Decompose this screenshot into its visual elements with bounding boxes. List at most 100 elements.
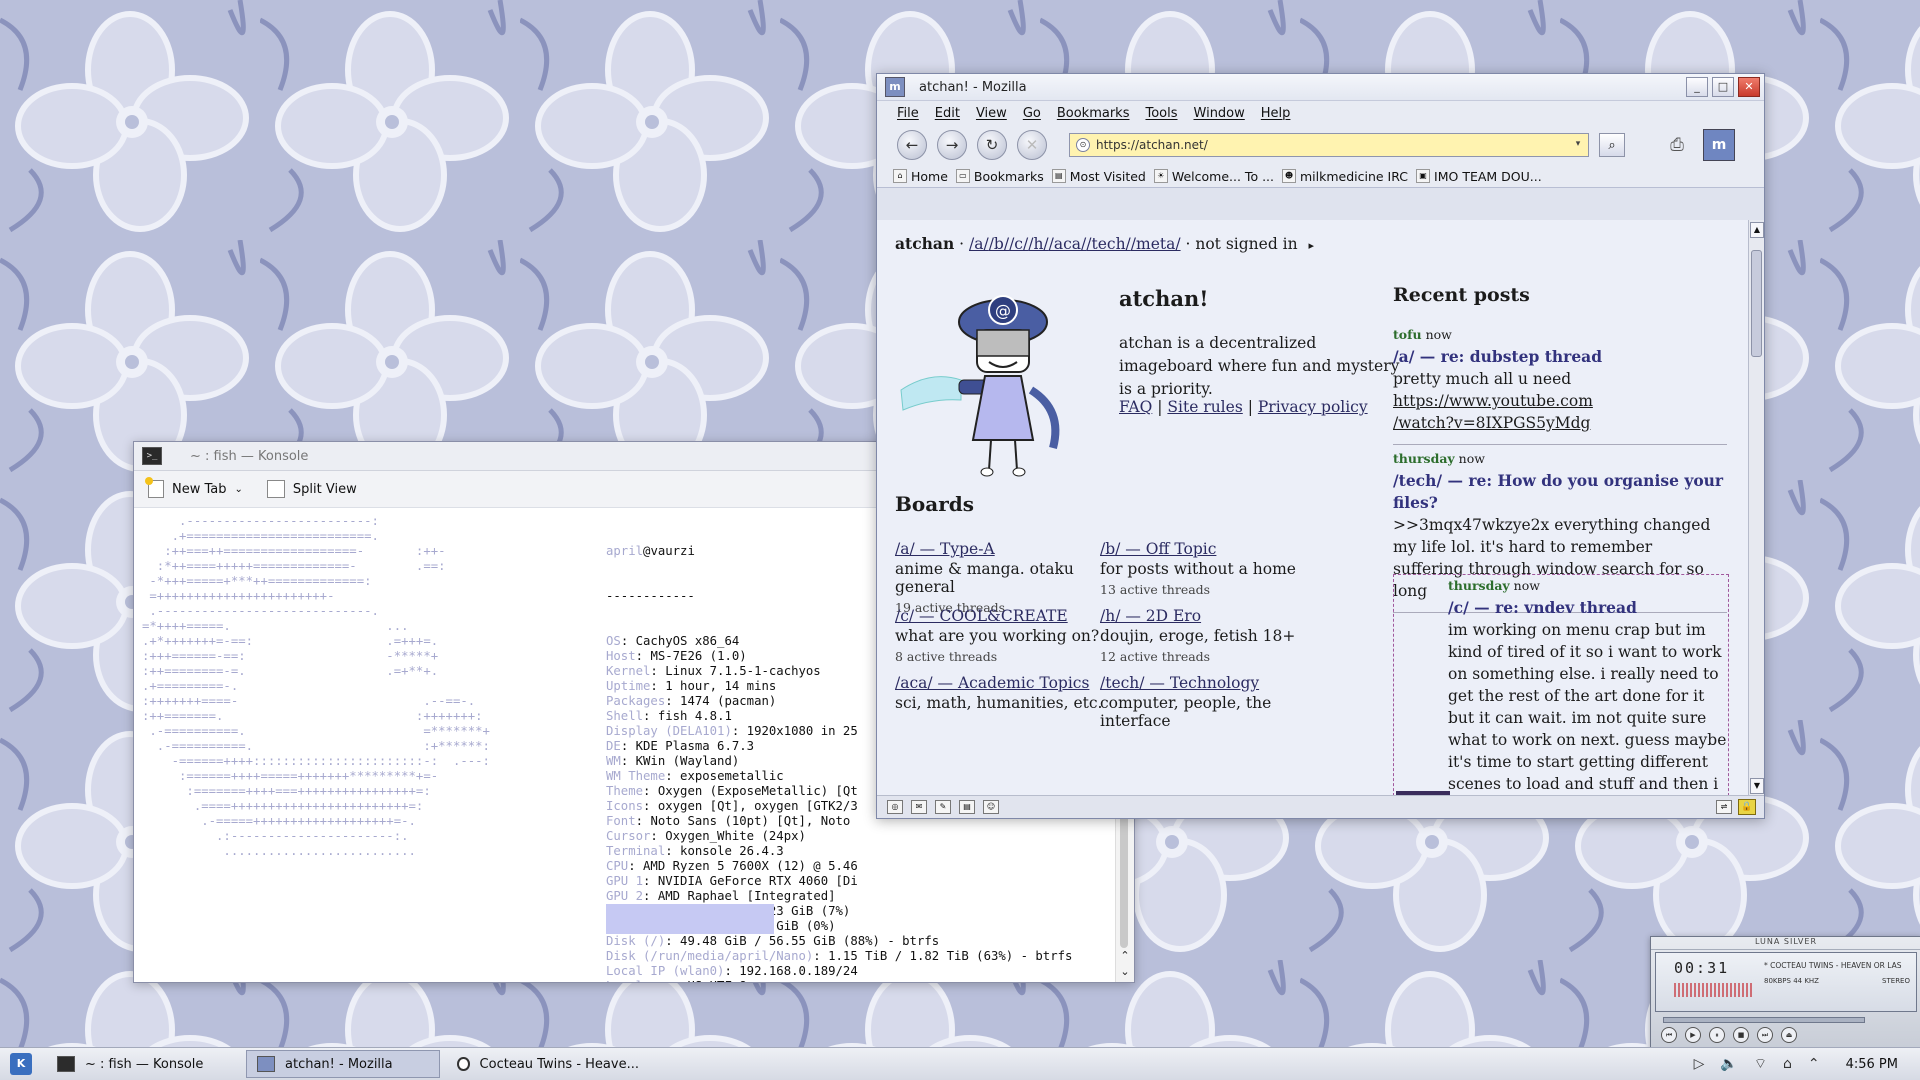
board-name[interactable]: /aca/ — Academic Topics	[895, 674, 1135, 692]
new-tab-button[interactable]: New Tab ⌄	[145, 477, 243, 498]
eject-icon[interactable]: ⏏	[1781, 1027, 1797, 1043]
seek-bar[interactable]	[1663, 1017, 1865, 1023]
print-button[interactable]: ⎙	[1661, 132, 1693, 158]
chat-icon[interactable]: ☺	[983, 800, 999, 814]
task-audio-player[interactable]: Cocteau Twins - Heave...	[446, 1050, 640, 1078]
notifications-icon[interactable]: ⌂	[1783, 1056, 1792, 1072]
url-bar[interactable]: ⊙ https://atchan.net/ ▾	[1069, 133, 1589, 157]
visualizer[interactable]	[1674, 983, 1752, 997]
url-dropdown-icon[interactable]: ▾	[1570, 136, 1586, 152]
signin-status[interactable]: not signed in	[1195, 235, 1297, 253]
nav-board-link[interactable]: /tech/	[1086, 235, 1131, 253]
terminal-icon	[57, 1056, 75, 1072]
bookmark-item[interactable]: ☻ milkmedicine IRC	[1281, 169, 1408, 184]
nav-board-link[interactable]: /c/	[1009, 235, 1028, 253]
scroll-up-icon[interactable]: ⌃	[1116, 949, 1134, 962]
scroll-down-icon[interactable]: ⌄	[1116, 965, 1134, 978]
mozilla-titlebar[interactable]: m atchan! - Mozilla _ □ ✕	[877, 74, 1764, 101]
navigator-icon[interactable]: ◎	[887, 800, 903, 814]
scrollbar-thumb[interactable]	[1751, 250, 1762, 357]
stop-button[interactable]: ✕	[1017, 130, 1047, 160]
task-mozilla[interactable]: atchan! - Mozilla	[246, 1050, 440, 1078]
playback-time[interactable]: 00:31	[1674, 959, 1729, 977]
menu-window[interactable]: Window	[1194, 106, 1245, 121]
nav-board-link[interactable]: /meta/	[1131, 235, 1181, 253]
mozilla-icon	[257, 1056, 275, 1072]
board-name[interactable]: /tech/ — Technology	[1100, 674, 1340, 692]
volume-icon[interactable]: 🔈	[1720, 1056, 1737, 1072]
back-button[interactable]: ←	[897, 130, 927, 160]
previous-icon[interactable]: ⏮	[1661, 1027, 1677, 1043]
nav-board-link[interactable]: /b/	[989, 235, 1009, 253]
bookmark-item[interactable]: ▣ IMO TEAM DOU...	[1416, 169, 1542, 184]
scroll-down-icon[interactable]: ▼	[1750, 778, 1764, 794]
board-name[interactable]: /c/ — COOL&CREATE	[895, 607, 1135, 625]
site-rules-link[interactable]: Site rules	[1167, 398, 1242, 416]
address-book-icon[interactable]: ▤	[959, 800, 975, 814]
chevron-down-icon[interactable]: ⌄	[235, 484, 243, 495]
bookmark-item[interactable]: ▤ Most Visited	[1051, 169, 1146, 184]
nav-board-link[interactable]: /h/	[1028, 235, 1048, 253]
signin-arrow-icon[interactable]: ▸	[1309, 239, 1315, 252]
menu-view[interactable]: View	[976, 106, 1007, 121]
site-identity-icon[interactable]: ⊙	[1076, 138, 1090, 152]
maximize-button[interactable]: □	[1712, 77, 1734, 97]
clock[interactable]: 4:56 PM	[1846, 1057, 1898, 1072]
board-count: 8 active threads	[895, 649, 998, 664]
nav-board-link[interactable]: /a/	[969, 235, 989, 253]
page-scrollbar[interactable]: ▲ ▼	[1748, 220, 1764, 796]
post-meta: tofu now	[1393, 327, 1452, 342]
minimize-button[interactable]: _	[1686, 77, 1708, 97]
bookmark-icon: ▣	[1416, 169, 1431, 183]
media-play-icon[interactable]: ▷	[1694, 1056, 1705, 1072]
mozilla-window[interactable]: m atchan! - Mozilla _ □ ✕ File Edit View Go…	[876, 73, 1765, 819]
security-lock-icon[interactable]: 🔒	[1738, 799, 1756, 815]
bookmark-icon: ☀	[1153, 169, 1168, 183]
audio-player-window[interactable]: LUNA SILVER 00:31 * COCTEAU TWINS - HEAV…	[1650, 936, 1920, 1052]
wifi-icon[interactable]: ⌔	[1754, 1055, 1767, 1073]
menu-tools[interactable]: Tools	[1145, 106, 1177, 121]
bookmark-item[interactable]: ▭ Bookmarks	[955, 169, 1044, 184]
board-name[interactable]: /b/ — Off Topic	[1100, 540, 1340, 558]
menu-file[interactable]: File	[897, 106, 919, 121]
split-view-button[interactable]: Split View	[266, 480, 357, 498]
pause-icon[interactable]: ⏸	[1709, 1027, 1725, 1043]
recent-post-highlighted[interactable]: thursday now /c/ — re: vndev thread im w…	[1393, 574, 1729, 796]
post-title[interactable]: /c/ — re: vndev thread	[1448, 597, 1728, 619]
forward-button[interactable]: →	[937, 130, 967, 160]
bookmark-item[interactable]: ☀ Welcome... To ...	[1153, 169, 1274, 184]
privacy-policy-link[interactable]: Privacy policy	[1258, 398, 1368, 416]
site-name[interactable]: atchan	[895, 234, 954, 253]
mozilla-throbber-icon[interactable]: m	[1703, 129, 1735, 161]
board-name[interactable]: /a/ — Type-A	[895, 540, 1135, 558]
board-name[interactable]: /h/ — 2D Ero	[1100, 607, 1340, 625]
menu-help[interactable]: Help	[1261, 106, 1291, 121]
scroll-up-icon[interactable]: ▲	[1750, 222, 1764, 238]
post-url-line-2[interactable]: /watch?v=8IXPGS5yMdg	[1393, 412, 1727, 434]
navigation-toolbar: ← → ↻ ✕ ⊙ https://atchan.net/ ▾ ⌕ ⎙ m	[877, 125, 1764, 165]
reload-button[interactable]: ↻	[977, 130, 1007, 160]
post-title[interactable]: /a/ — re: dubstep thread	[1393, 346, 1727, 368]
menu-edit[interactable]: Edit	[935, 106, 960, 121]
post-url-line-1[interactable]: https://www.youtube.com	[1393, 390, 1727, 412]
mail-icon[interactable]: ✉	[911, 800, 927, 814]
post-title[interactable]: /tech/ — re: How do you organise your fi…	[1393, 470, 1727, 514]
close-button[interactable]: ✕	[1738, 77, 1760, 97]
nav-board-link[interactable]: /aca/	[1049, 235, 1087, 253]
tray-expand-icon[interactable]: ⌃	[1808, 1056, 1820, 1072]
menu-go[interactable]: Go	[1023, 106, 1041, 121]
application-launcher-icon[interactable]: K	[10, 1053, 32, 1075]
recent-post[interactable]: tofu now /a/ — re: dubstep thread pretty…	[1393, 324, 1727, 445]
online-status-icon[interactable]: ⇌	[1716, 800, 1732, 814]
hero-description: atchan is a decentralized imageboard whe…	[1119, 334, 1400, 398]
faq-link[interactable]: FAQ	[1119, 398, 1152, 416]
composer-icon[interactable]: ✎	[935, 800, 951, 814]
bookmark-item[interactable]: ⌂ Home	[893, 169, 948, 184]
post-body: im working on menu crap but im kind of t…	[1448, 621, 1727, 793]
stop-icon[interactable]: ■	[1733, 1027, 1749, 1043]
search-button[interactable]: ⌕	[1599, 133, 1625, 157]
play-icon[interactable]: ▶	[1685, 1027, 1701, 1043]
next-icon[interactable]: ⏭	[1757, 1027, 1773, 1043]
task-konsole[interactable]: ~ : fish — Konsole	[46, 1050, 240, 1078]
menu-bookmarks[interactable]: Bookmarks	[1057, 106, 1130, 121]
